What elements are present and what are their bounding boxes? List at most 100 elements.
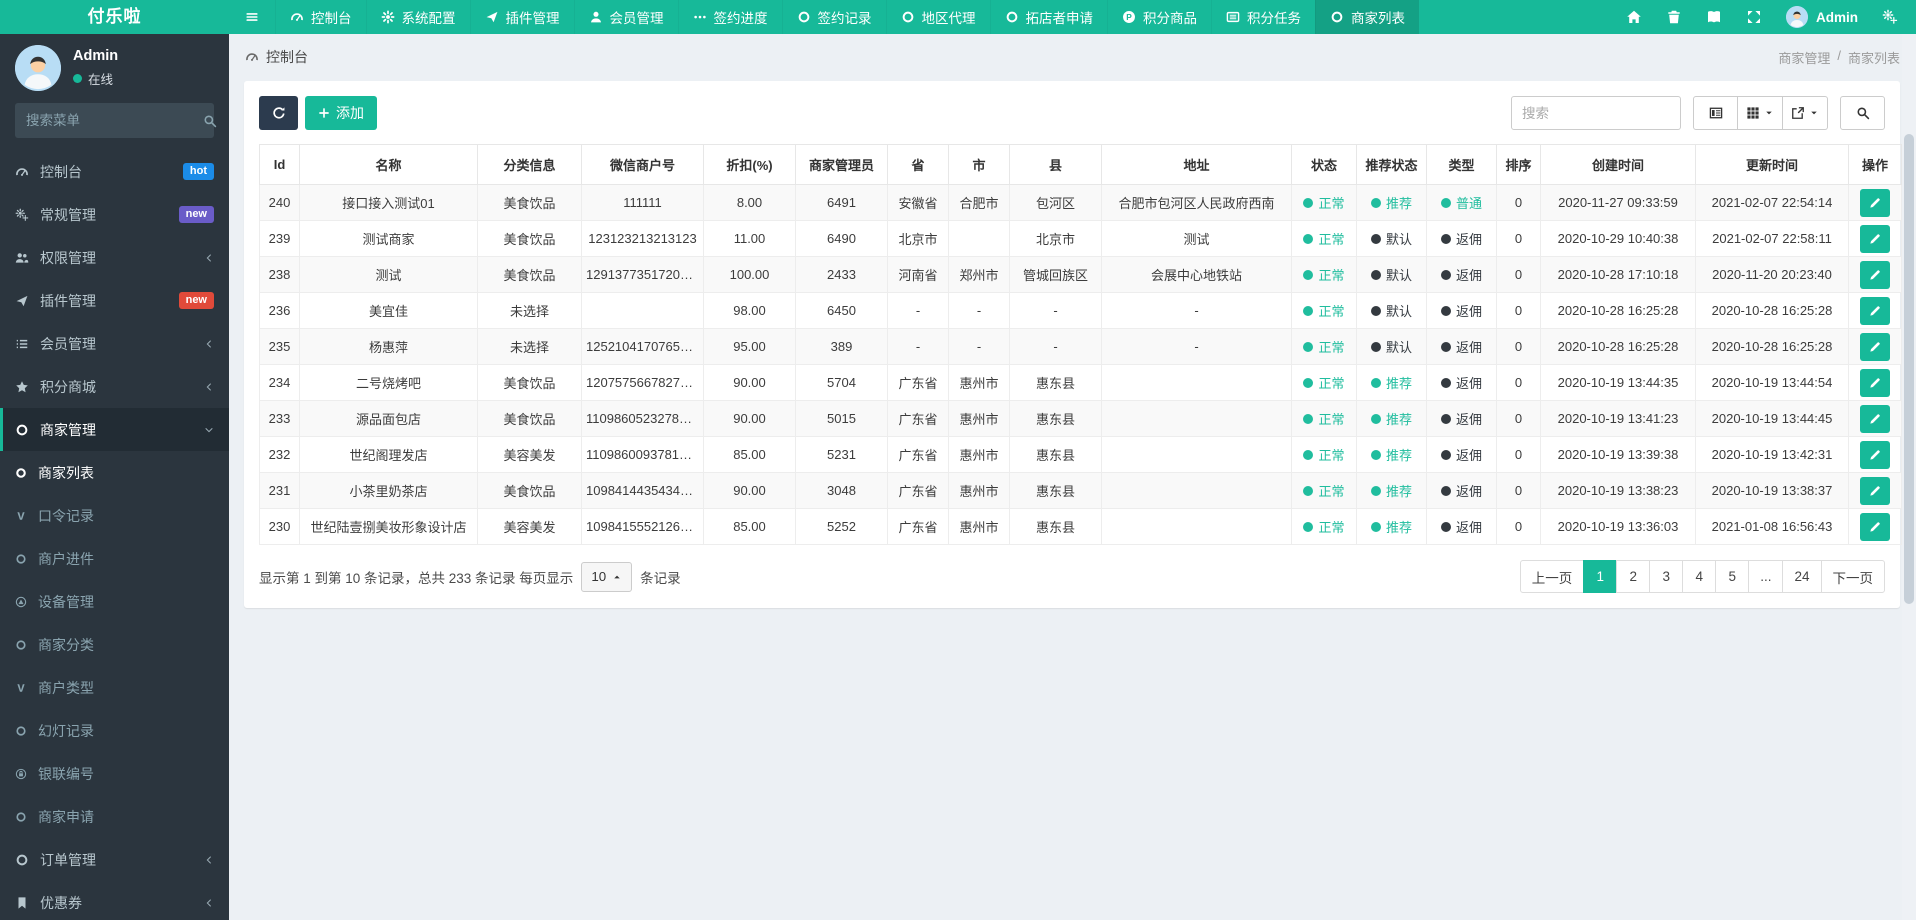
detail-view-icon [1709, 106, 1723, 120]
nav-item-label: 地区代理 [921, 11, 976, 26]
cell-sort: 0 [1496, 292, 1541, 329]
book-button[interactable] [1706, 9, 1722, 25]
expand-button[interactable] [1746, 9, 1762, 25]
nav-item-5[interactable]: 签约记录 [781, 0, 886, 34]
sidebar-subitem-5[interactable]: 商户类型 [0, 666, 229, 709]
cell-created: 2020-10-19 13:41:23 [1540, 400, 1696, 437]
sidebar-item-label: 控制台 [40, 163, 82, 180]
scrollbar-thumb[interactable] [1904, 134, 1914, 604]
status-badge: 正常 [1303, 517, 1345, 536]
cell-address [1101, 436, 1292, 473]
sidebar-item-4[interactable]: 会员管理 [0, 322, 229, 365]
pagination-prev[interactable]: 上一页 [1519, 560, 1585, 593]
refresh-button[interactable] [259, 96, 298, 130]
status-dot-icon [1370, 485, 1381, 496]
edit-button[interactable] [1860, 476, 1890, 505]
search-icon[interactable] [203, 114, 217, 128]
sidebar-subitem-8[interactable]: 商家申请 [0, 795, 229, 838]
sidebar-subitem-2[interactable]: 商户进件 [0, 537, 229, 580]
nav-item-label: 积分商品 [1143, 11, 1197, 26]
nav-item-label: 控制台 [311, 11, 352, 26]
cell-wx_no: 110986052327849985 [581, 400, 704, 437]
status-dot-icon [1440, 197, 1451, 208]
sidebar-subitem-4[interactable]: 商家分类 [0, 623, 229, 666]
sidebar-subitem-label: 商家申请 [38, 808, 94, 825]
cell-city: 惠州市 [948, 400, 1010, 437]
nav-item-1[interactable]: 系统配置 [365, 0, 470, 34]
home-icon [1626, 9, 1642, 25]
edit-button[interactable] [1860, 188, 1890, 217]
sidebar-subitem-3[interactable]: 设备管理 [0, 580, 229, 623]
sidebar-item-7[interactable]: 订单管理 [0, 838, 229, 881]
nav-item-10[interactable]: 商家列表 [1315, 0, 1419, 34]
sidebar-item-2[interactable]: 权限管理 [0, 236, 229, 279]
column-header-12: 类型 [1426, 144, 1497, 185]
nav-item-7[interactable]: 拓店者申请 [989, 0, 1108, 34]
breadcrumb-bar: 控制台 商家管理 / 商家列表 [229, 34, 1916, 78]
column-header-13: 排序 [1496, 144, 1541, 185]
cell-wx_no: 110986009378177025 [581, 436, 704, 473]
edit-button[interactable] [1860, 224, 1890, 253]
gear-icon [381, 10, 395, 24]
navbar-user[interactable]: Admin [1786, 6, 1858, 28]
home-button[interactable] [1626, 9, 1642, 25]
nav-item-6[interactable]: 地区代理 [885, 0, 990, 34]
settings-button[interactable] [1882, 9, 1898, 25]
edit-button[interactable] [1860, 404, 1890, 433]
scrollbar[interactable] [1902, 34, 1916, 920]
page-size-select[interactable]: 10 [581, 561, 633, 592]
table-search-input[interactable] [1511, 96, 1681, 130]
pagination-next[interactable]: 下一页 [1820, 560, 1885, 593]
breadcrumb-item-0[interactable]: 商家管理 [1778, 48, 1830, 67]
edit-button[interactable] [1860, 332, 1890, 361]
sidebar-item-6[interactable]: 商家管理 [0, 408, 229, 451]
cell-discount: 90.00 [703, 364, 796, 401]
nav-item-8[interactable]: P 积分商品 [1107, 0, 1211, 34]
add-button[interactable]: 添加 [305, 96, 377, 130]
trash-button[interactable] [1666, 9, 1682, 25]
table-view-buttons [1693, 96, 1828, 130]
sidebar-item-5[interactable]: 积分商城 [0, 365, 229, 408]
sidebar-subitem-1[interactable]: 口令记录 [0, 494, 229, 537]
sidebar-subitem-0[interactable]: 商家列表 [0, 451, 229, 494]
edit-button[interactable] [1860, 260, 1890, 289]
pagination-page-2[interactable]: 2 [1616, 560, 1651, 593]
pagination-page-1[interactable]: 1 [1583, 560, 1618, 593]
pagination-page-4[interactable]: 4 [1682, 560, 1717, 593]
table-row: 236 美宜佳 未选择 98.00 6450- - - - 正常 默认 返佣 0 2020-10-28 … [259, 292, 1902, 329]
recommend-badge: 默认 [1370, 265, 1412, 284]
nav-item-4[interactable]: 签约进度 [677, 0, 782, 34]
sidebar-item-8[interactable]: 优惠券 [0, 881, 229, 920]
pagination-page-3[interactable]: 3 [1649, 560, 1684, 593]
nav-item-2[interactable]: 插件管理 [469, 0, 574, 34]
sidebar-item-0[interactable]: 控制台 hot [0, 150, 229, 193]
edit-button[interactable] [1860, 296, 1890, 325]
nav-item-3[interactable]: 会员管理 [573, 0, 678, 34]
user-status-label: 在线 [88, 73, 114, 87]
columns-button[interactable] [1738, 96, 1783, 130]
sidebar-subitem-7[interactable]: 银联编号 [0, 752, 229, 795]
nav-item-0[interactable]: 控制台 [275, 0, 366, 34]
caret-down-icon [1809, 108, 1819, 118]
pagination-page-24[interactable]: 24 [1782, 560, 1822, 593]
nav-item-9[interactable]: 积分任务 [1211, 0, 1315, 34]
breadcrumb-item-1[interactable]: 商家列表 [1848, 48, 1900, 67]
cell-id: 231 [259, 472, 300, 509]
sidebar-search-input[interactable] [26, 113, 203, 128]
edit-button[interactable] [1860, 512, 1890, 541]
export-button[interactable] [1783, 96, 1828, 130]
edit-button[interactable] [1860, 368, 1890, 397]
sidebar-toggle-button[interactable] [229, 0, 275, 34]
cell-wx_no: 129137735172063241 [581, 256, 704, 293]
pagination-page-5[interactable]: 5 [1715, 560, 1750, 593]
edit-button[interactable] [1860, 440, 1890, 469]
sidebar-item-label: 会员管理 [40, 335, 96, 352]
sidebar-item-1[interactable]: 常规管理 new [0, 193, 229, 236]
status-dot-icon [1303, 305, 1314, 316]
table-search-button[interactable] [1840, 96, 1885, 130]
status-label: 正常 [1318, 340, 1345, 355]
detail-view-button[interactable] [1693, 96, 1738, 130]
sidebar-item-3[interactable]: 插件管理 new [0, 279, 229, 322]
sidebar-subitem-6[interactable]: 幻灯记录 [0, 709, 229, 752]
cell-address: 测试 [1101, 220, 1292, 257]
